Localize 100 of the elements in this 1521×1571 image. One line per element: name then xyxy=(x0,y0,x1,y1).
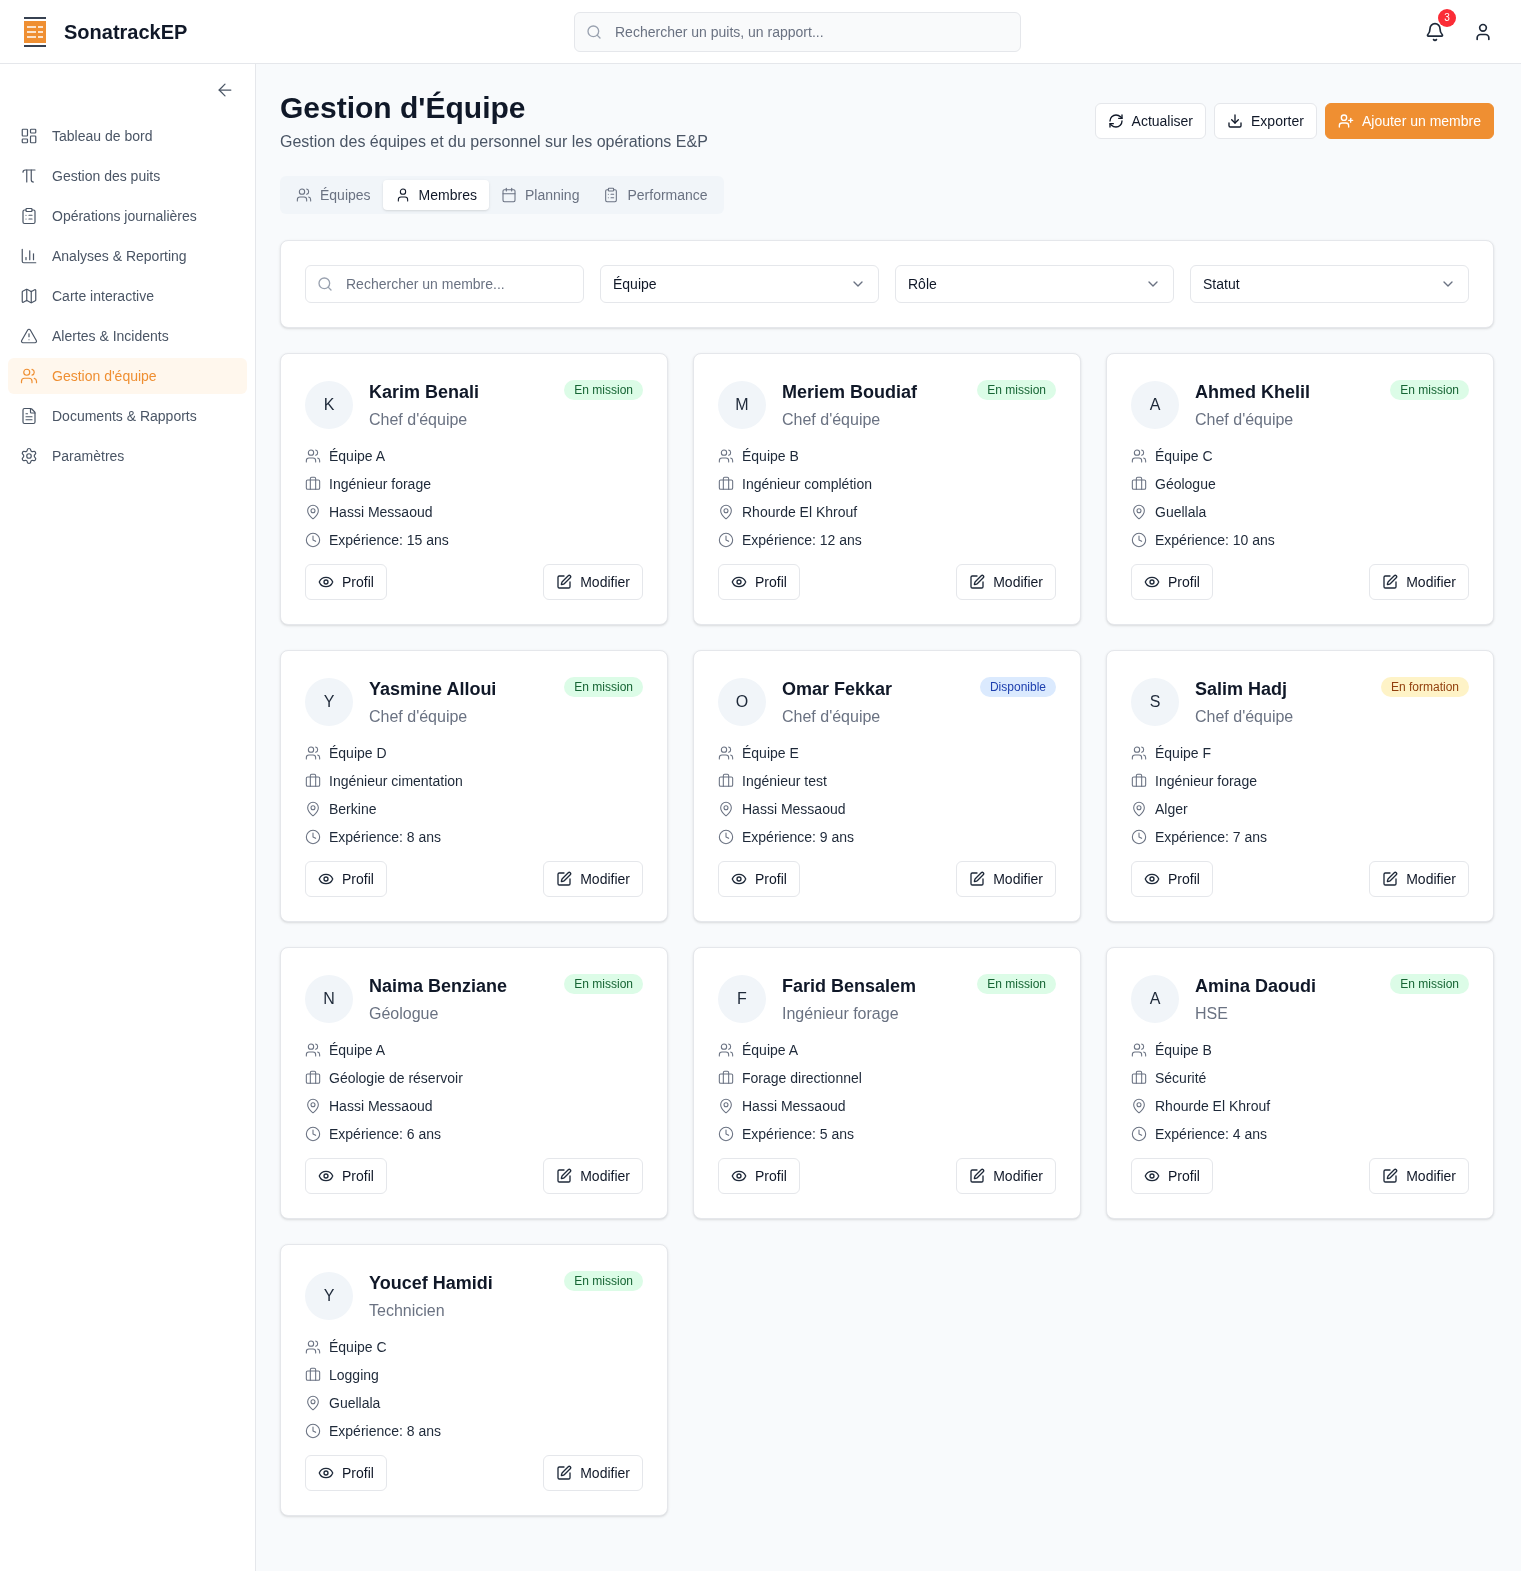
member-name: Salim Hadj xyxy=(1195,678,1289,701)
user-icon[interactable] xyxy=(1473,21,1493,42)
status-badge: Disponible xyxy=(979,677,1056,697)
edit-icon xyxy=(556,1168,573,1184)
bar-chart-icon xyxy=(20,247,38,265)
member-name: Omar Fekkar xyxy=(782,678,893,701)
eye-icon xyxy=(318,574,334,590)
filter-dropdown[interactable]: Rôle xyxy=(895,265,1174,303)
edit-icon xyxy=(556,574,573,590)
sidebar-item[interactable]: Gestion des puits xyxy=(8,158,247,194)
location-text: Rhourde El Khrouf xyxy=(742,503,858,522)
edit-button[interactable]: Modifier xyxy=(1369,564,1469,600)
sidebar-item[interactable]: Paramètres xyxy=(8,438,247,474)
position-text: Sécurité xyxy=(1155,1069,1207,1088)
edit-button[interactable]: Modifier xyxy=(543,1455,643,1491)
eye-icon xyxy=(1144,574,1160,590)
member-role: Chef d'équipe xyxy=(782,707,882,727)
users-icon xyxy=(718,745,734,761)
member-search-field[interactable]: Rechercher un membre... xyxy=(305,265,584,303)
profile-button[interactable]: Profil xyxy=(305,861,387,897)
profile-button[interactable]: Profil xyxy=(305,1455,387,1491)
users-icon xyxy=(305,448,321,464)
clock-icon xyxy=(1131,1126,1147,1142)
profile-button[interactable]: Profil xyxy=(718,1158,800,1194)
search-icon xyxy=(317,276,333,292)
experience-text: Expérience: 12 ans xyxy=(742,531,862,550)
warning-icon xyxy=(20,327,38,345)
profile-button[interactable]: Profil xyxy=(1131,564,1213,600)
experience-text: Expérience: 8 ans xyxy=(329,828,442,847)
sidebar-item[interactable]: Tableau de bord xyxy=(8,118,247,154)
edit-button[interactable]: Modifier xyxy=(543,1158,643,1194)
eye-icon xyxy=(731,871,747,887)
clock-icon xyxy=(718,532,734,548)
member-role: Chef d'équipe xyxy=(782,410,882,430)
team-text: Équipe C xyxy=(329,1338,387,1357)
location-text: Hassi Messaoud xyxy=(742,800,846,819)
position-text: Ingénieur complétion xyxy=(742,475,872,494)
add-user-icon xyxy=(1337,113,1354,129)
member-name: Ahmed Khelil xyxy=(1195,381,1310,404)
tab[interactable]: Performance xyxy=(591,180,720,210)
tab[interactable]: Planning xyxy=(488,180,592,210)
tab[interactable]: Équipes xyxy=(284,180,383,210)
profile-button[interactable]: Profil xyxy=(305,1158,387,1194)
status-badge: En mission xyxy=(564,974,643,994)
avatar-initial: Y xyxy=(305,1272,353,1320)
global-search-field[interactable]: Rechercher un puits, un rapport... xyxy=(574,11,1021,52)
logo-icon xyxy=(24,16,46,47)
edit-button[interactable]: Modifier xyxy=(956,564,1056,600)
sidebar-item[interactable]: Analyses & Reporting xyxy=(8,238,247,274)
sidebar-item[interactable]: Documents & Rapports xyxy=(8,398,247,434)
location-pin-icon xyxy=(305,1395,321,1411)
status-badge: En mission xyxy=(564,380,643,400)
profile-button[interactable]: Profil xyxy=(305,564,387,600)
edit-button[interactable]: Modifier xyxy=(1369,1158,1469,1194)
bell-icon[interactable] xyxy=(1425,21,1445,42)
profile-button[interactable]: Profil xyxy=(718,564,800,600)
position-text: Forage directionnel xyxy=(742,1069,862,1088)
edit-button[interactable]: Modifier xyxy=(543,861,643,897)
member-name: Youcef Hamidi xyxy=(369,1272,493,1295)
member-name: Yasmine Alloui xyxy=(369,678,497,701)
sidebar-item[interactable]: Opérations journalières xyxy=(8,198,247,234)
filter-dropdown[interactable]: Équipe xyxy=(600,265,879,303)
edit-icon xyxy=(969,1168,986,1184)
users-icon xyxy=(305,1339,321,1355)
tab[interactable]: Membres xyxy=(382,180,489,210)
grid-icon xyxy=(20,127,38,145)
edit-button[interactable]: Modifier xyxy=(956,861,1056,897)
position-text: Ingénieur forage xyxy=(329,475,431,494)
sidebar-item[interactable]: Alertes & Incidents xyxy=(8,318,247,354)
clock-icon xyxy=(305,1423,321,1439)
edit-icon xyxy=(1382,1168,1399,1184)
refresh-button[interactable]: Actualiser xyxy=(1094,103,1206,139)
clipboard-icon xyxy=(603,187,620,203)
status-badge: En mission xyxy=(564,677,643,697)
member-role: Chef d'équipe xyxy=(1195,707,1294,727)
profile-button[interactable]: Profil xyxy=(1131,861,1213,897)
position-text: Géologie de réservoir xyxy=(329,1069,463,1088)
experience-text: Expérience: 8 ans xyxy=(329,1422,442,1441)
edit-icon xyxy=(556,871,573,887)
clock-icon xyxy=(305,1126,321,1142)
search-icon xyxy=(586,23,602,40)
status-badge: En mission xyxy=(1390,974,1469,994)
edit-button[interactable]: Modifier xyxy=(543,564,643,600)
location-pin-icon xyxy=(305,504,321,520)
edit-button[interactable]: Modifier xyxy=(1369,861,1469,897)
team-text: Équipe D xyxy=(329,744,387,763)
users-icon xyxy=(1131,448,1147,464)
edit-button[interactable]: Modifier xyxy=(956,1158,1056,1194)
position-text: Géologue xyxy=(1155,475,1216,494)
avatar-initial: F xyxy=(718,975,766,1023)
location-pin-icon xyxy=(1131,801,1147,817)
export-button[interactable]: Exporter xyxy=(1214,103,1317,139)
experience-text: Expérience: 10 ans xyxy=(1155,531,1275,550)
profile-button[interactable]: Profil xyxy=(1131,1158,1213,1194)
filter-dropdown[interactable]: Statut xyxy=(1190,265,1469,303)
team-text: Équipe A xyxy=(742,1041,799,1060)
notification-count: 3 xyxy=(1438,8,1456,27)
member-role: Chef d'équipe xyxy=(369,410,469,430)
profile-button[interactable]: Profil xyxy=(718,861,800,897)
sidebar-item[interactable]: Carte interactive xyxy=(8,278,247,314)
